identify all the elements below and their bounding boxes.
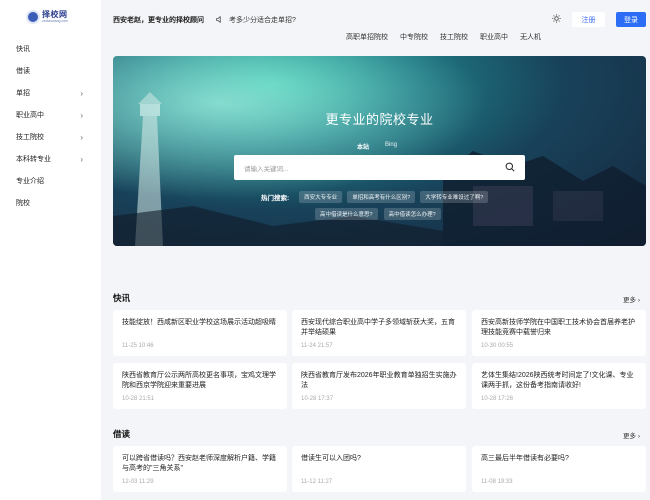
- sidebar-item-jiedu[interactable]: 借读: [0, 60, 101, 82]
- news-card-date: 11-24 21:57: [301, 343, 333, 349]
- sidebar-item-benke-zhuan-zhuanye[interactable]: 本科转专业 ›: [0, 148, 101, 170]
- sidebar-item-label: 院校: [16, 200, 30, 207]
- tab-site[interactable]: 本站: [357, 142, 369, 151]
- hot-search-row-2: 高中借读是什么意思? 高中借读怎么办理?: [315, 208, 441, 220]
- hot-search-tag[interactable]: 西安大专专业: [299, 191, 343, 203]
- sidebar-item-label: 职业高中: [16, 112, 44, 119]
- news-card-title: 西安现代综合职业高中学子多领域斩获大奖，五育并举结硕果: [301, 319, 455, 336]
- chevron-right-icon: ›: [637, 433, 640, 440]
- login-button[interactable]: 登录: [616, 12, 646, 27]
- logo-emblem-icon: [26, 10, 40, 24]
- news-card-date: 10-30 00:55: [481, 343, 514, 349]
- news-card-title: 陕西省教育厅公示两所高校更名事项，宝鸡文理学院和西京学院迎来重要进展: [122, 372, 276, 389]
- speaker-icon: [216, 15, 223, 25]
- header-link-jigong[interactable]: 技工院校: [440, 32, 468, 42]
- news-card[interactable]: 艺体生集结!2026陕西统考时间定了!文化课、专业课两手抓，这份备考指南请收好!…: [472, 363, 646, 409]
- register-button[interactable]: 注册: [572, 12, 605, 27]
- top-header: 西安老赵，更专业的择校顾问 考多少分适合走单招? 注册 登录 高职单招院校 中专…: [101, 0, 650, 50]
- jiedu-card[interactable]: 借读生可以入团吗? 11-12 11:27: [292, 446, 466, 492]
- sidebar-item-zhuanye-jieshao[interactable]: 专业介绍: [0, 170, 101, 192]
- hot-search-tag[interactable]: 高中借读怎么办理?: [383, 208, 441, 220]
- notice-text: 考多少分适合走单招?: [229, 17, 296, 24]
- sidebar-item-label: 专业介绍: [16, 178, 44, 185]
- hot-search-label: 热门搜索:: [261, 195, 290, 202]
- news-card[interactable]: 技能绽放！西咸新区职业学校这场展示活动超吸睛 11-25 10:46: [113, 310, 287, 356]
- sidebar-item-yuanxiao[interactable]: 院校: [0, 192, 101, 214]
- section-title-jiedu: 借读: [113, 429, 131, 439]
- chevron-right-icon: ›: [80, 88, 83, 98]
- search-engine-tabs: 本站 Bing: [357, 142, 397, 151]
- section-title-kuaixun: 快讯: [113, 293, 131, 303]
- jiedu-card-title: 高三最后半年借读有必要吗?: [481, 455, 569, 462]
- hero-title: 更专业的院校专业: [325, 112, 434, 127]
- logo-text: 择校网: [42, 9, 68, 19]
- sidebar-item-label: 单招: [16, 90, 30, 97]
- hero-banner: 更专业的院校专业 本站 Bing 请输入关键词... 热门搜索: 西安大专专业 …: [113, 56, 646, 246]
- news-card-date: 10-28 17:37: [301, 396, 334, 402]
- news-card-date: 10-28 21:51: [122, 396, 155, 402]
- sidebar-nav: 快讯 借读 单招 › 职业高中 › 技工院校 › 本科转专业 › 专业介绍 院校: [0, 38, 101, 214]
- sidebar-item-danzhao[interactable]: 单招 ›: [0, 82, 101, 104]
- site-logo[interactable]: 择校网 zexiaowang.com: [26, 10, 68, 24]
- jiedu-card[interactable]: 可以跨省借读吗？西安赵老师深度解析户籍、学籍与高考的"三角关系" 12-03 1…: [113, 446, 287, 492]
- jiedu-card-title: 借读生可以入团吗?: [301, 455, 361, 462]
- sidebar-item-kuaixun[interactable]: 快讯: [0, 38, 101, 60]
- search-input[interactable]: 请输入关键词...: [234, 155, 525, 180]
- search-icon[interactable]: [505, 162, 515, 174]
- news-card-title: 技能绽放！西咸新区职业学校这场展示活动超吸睛: [122, 319, 276, 326]
- header-link-zhongzhuan[interactable]: 中专院校: [400, 32, 428, 42]
- search-placeholder: 请输入关键词...: [244, 165, 289, 173]
- news-card-date: 10-28 17:26: [481, 396, 514, 402]
- sidebar-item-jigong-yuanxiao[interactable]: 技工院校 ›: [0, 126, 101, 148]
- header-link-wurenji[interactable]: 无人机: [520, 32, 541, 42]
- news-card-title: 陕西省教育厅发布2026年职业教育单独招生实施办法: [301, 372, 457, 389]
- sidebar: 择校网 zexiaowang.com 快讯 借读 单招 › 职业高中 › 技工院校 ›…: [0, 0, 101, 500]
- sidebar-item-label: 技工院校: [16, 134, 44, 141]
- news-more-link[interactable]: 更多 ›: [623, 294, 640, 304]
- news-card[interactable]: 陕西省教育厅公示两所高校更名事项，宝鸡文理学院和西京学院迎来重要进展 10-28…: [113, 363, 287, 409]
- chevron-right-icon: ›: [80, 132, 83, 142]
- chevron-right-icon: ›: [80, 154, 83, 164]
- chevron-right-icon: ›: [80, 110, 83, 120]
- news-card[interactable]: 西安现代综合职业高中学子多领域斩获大奖，五育并举结硕果 11-24 21:57: [292, 310, 466, 356]
- theme-toggle-sun-icon[interactable]: [552, 14, 561, 26]
- news-card-title: 艺体生集结!2026陕西统考时间定了!文化课、专业课两手抓，这份备考指南请收好!: [481, 372, 634, 389]
- hot-search-tag[interactable]: 单招和高考有什么区别?: [347, 191, 416, 203]
- jiedu-card-date: 11-08 19:33: [481, 479, 513, 485]
- sidebar-item-zhiye-gaozhong[interactable]: 职业高中 ›: [0, 104, 101, 126]
- header-quick-links: 高职单招院校 中专院校 技工院校 职业高中 无人机: [346, 32, 541, 42]
- news-card-date: 11-25 10:46: [122, 343, 154, 349]
- header-link-zhiye-gaozhong[interactable]: 职业高中: [480, 32, 508, 42]
- sidebar-item-label: 借读: [16, 68, 30, 75]
- jiedu-card-title: 可以跨省借读吗？西安赵老师深度解析户籍、学籍与高考的"三角关系": [122, 455, 276, 472]
- jiedu-card-date: 11-12 11:27: [301, 479, 333, 485]
- jiedu-card-date: 12-03 11:29: [122, 479, 154, 485]
- news-card[interactable]: 西安高新技师学院在中国职工技术协会首届养老护理技能竞赛中载誉归来 10-30 0…: [472, 310, 646, 356]
- jiedu-more-link[interactable]: 更多 ›: [623, 430, 640, 440]
- news-card[interactable]: 陕西省教育厅发布2026年职业教育单独招生实施办法 10-28 17:37: [292, 363, 466, 409]
- chevron-right-icon: ›: [637, 297, 640, 304]
- news-card-title: 西安高新技师学院在中国职工技术协会首届养老护理技能竞赛中载誉归来: [481, 319, 635, 336]
- notice-bar[interactable]: 考多少分适合走单招?: [216, 15, 296, 25]
- logo-domain: zexiaowang.com: [42, 18, 69, 23]
- tab-bing[interactable]: Bing: [385, 142, 397, 151]
- hot-search-tag[interactable]: 大学转专业难设过了啊?: [420, 191, 489, 203]
- jiedu-card[interactable]: 高三最后半年借读有必要吗? 11-08 19:33: [472, 446, 646, 492]
- sidebar-item-label: 快讯: [16, 46, 30, 53]
- hot-search-row: 热门搜索: 西安大专专业 单招和高考有什么区别? 大学转专业难设过了啊?: [261, 191, 489, 203]
- hot-search-tag[interactable]: 高中借读是什么意思?: [315, 208, 378, 220]
- site-slogan: 西安老赵，更专业的择校顾问: [113, 17, 204, 24]
- sidebar-item-label: 本科转专业: [16, 156, 51, 163]
- header-link-gaozhi-danzhao[interactable]: 高职单招院校: [346, 32, 388, 42]
